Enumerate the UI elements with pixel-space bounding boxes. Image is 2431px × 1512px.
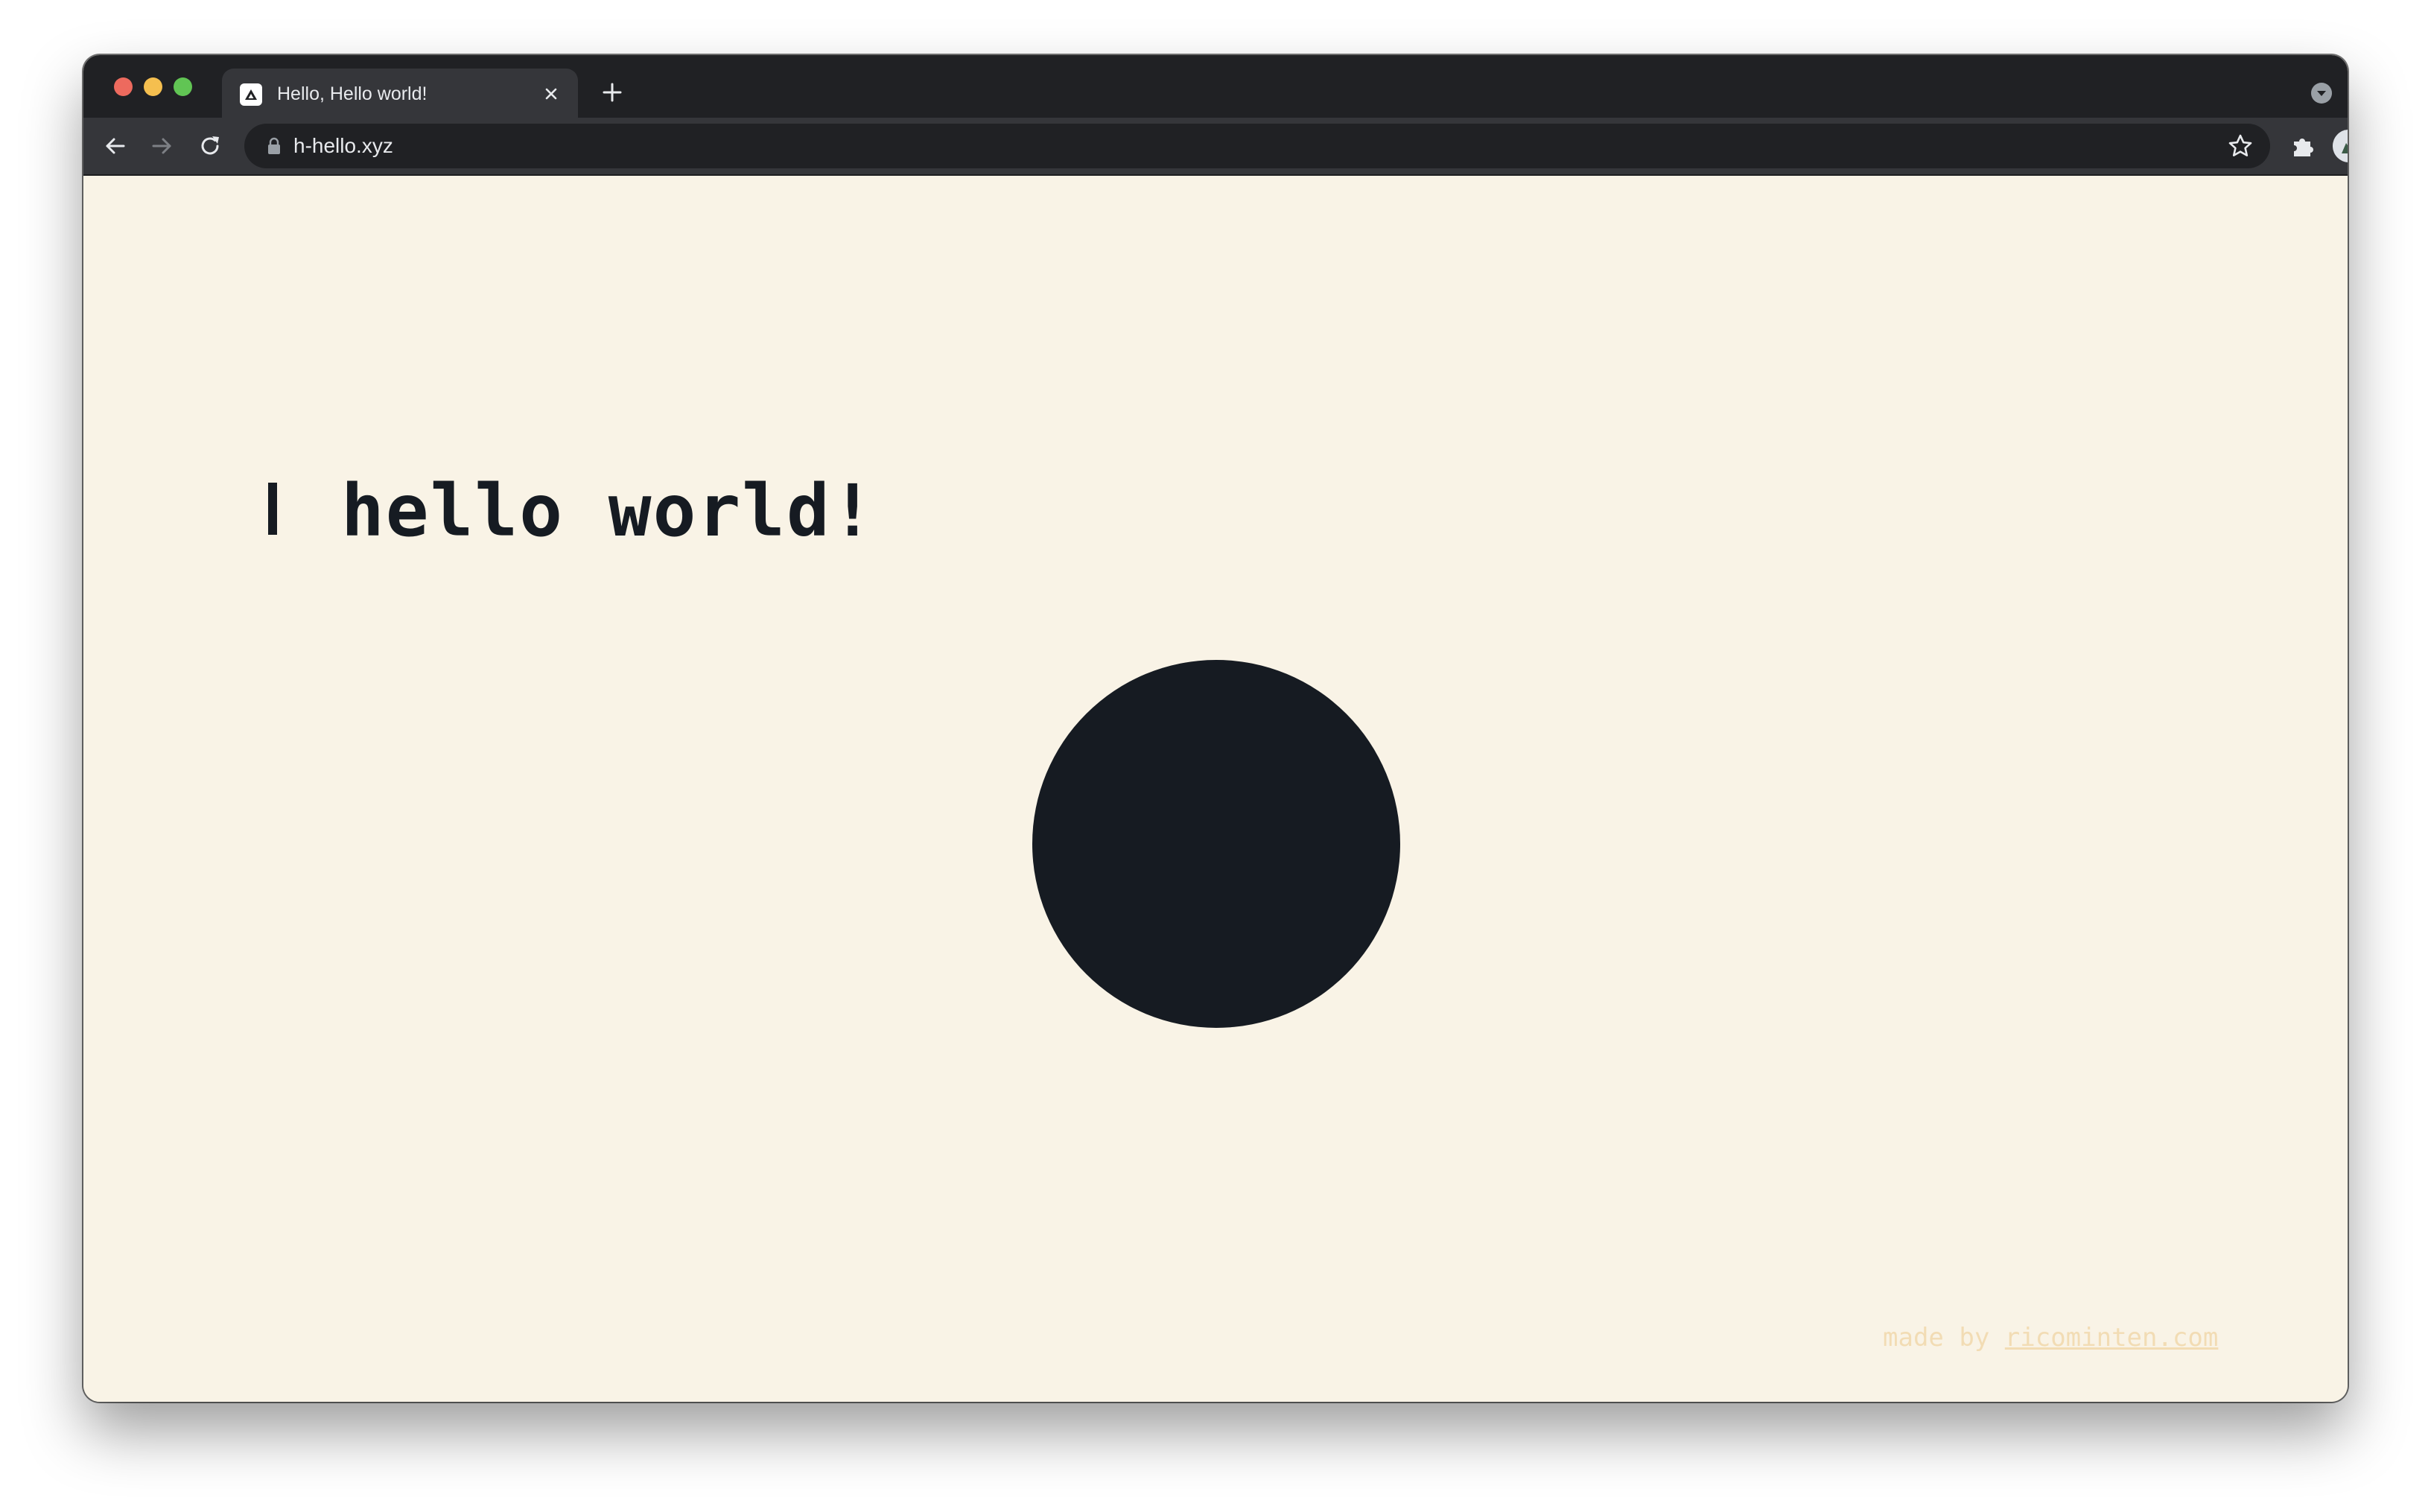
star-icon[interactable] bbox=[2227, 133, 2254, 159]
black-circle bbox=[1032, 660, 1400, 1028]
page-headline: hello world! bbox=[341, 469, 876, 553]
url-text[interactable]: h-hello.xyz bbox=[293, 134, 393, 158]
address-bar[interactable]: h-hello.xyz bbox=[244, 124, 2270, 168]
arrow-left-icon[interactable] bbox=[101, 133, 128, 159]
arrow-right-icon[interactable] bbox=[149, 133, 176, 159]
reload-icon[interactable] bbox=[197, 133, 223, 159]
avatar[interactable] bbox=[2333, 130, 2348, 162]
lock-icon[interactable] bbox=[267, 137, 282, 155]
page-content: hello world! made by ricominten.com bbox=[83, 176, 2348, 1402]
credit-prefix: made by bbox=[1883, 1323, 1990, 1353]
tab-title: Hello, Hello world! bbox=[277, 83, 428, 104]
credit-line: made by ricominten.com bbox=[1883, 1323, 2218, 1353]
chevron-down-circle-icon[interactable] bbox=[2310, 82, 2333, 104]
credit-link[interactable]: ricominten.com bbox=[2005, 1323, 2219, 1353]
text-cursor bbox=[268, 483, 277, 535]
window-maximize-button[interactable] bbox=[174, 77, 192, 96]
browser-tab[interactable]: Hello, Hello world! bbox=[222, 69, 578, 118]
plus-icon[interactable] bbox=[600, 80, 624, 104]
browser-toolbar: h-hello.xyz bbox=[83, 118, 2348, 176]
browser-window: Hello, Hello world! h-hello.xyz hello wo… bbox=[83, 55, 2348, 1402]
triangle-logo-icon bbox=[240, 83, 262, 106]
window-close-button[interactable] bbox=[114, 77, 133, 96]
close-icon[interactable] bbox=[541, 83, 562, 104]
puzzle-icon[interactable] bbox=[2289, 133, 2316, 159]
window-minimize-button[interactable] bbox=[144, 77, 162, 96]
tab-strip: Hello, Hello world! bbox=[83, 55, 2348, 118]
